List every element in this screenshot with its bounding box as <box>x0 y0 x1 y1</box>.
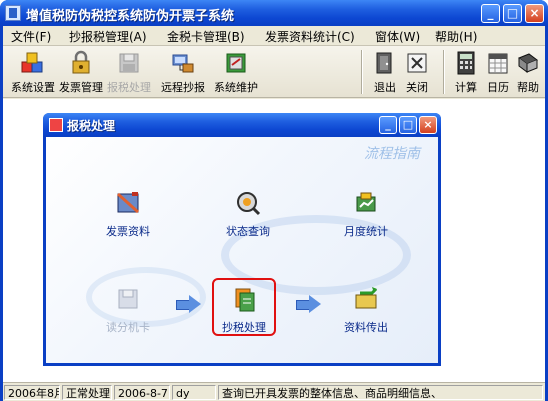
invoice-data-icon <box>114 189 142 217</box>
maximize-button[interactable]: □ <box>503 4 522 23</box>
toolbar-separator <box>443 50 445 94</box>
flow-data-export[interactable]: 资料传出 <box>336 285 396 335</box>
menu-window[interactable]: 窗体(W) <box>375 28 420 45</box>
maintenance-icon <box>223 50 249 76</box>
remote-report-icon <box>170 50 196 76</box>
flow-label: 发票资料 <box>106 225 150 238</box>
status-mode: 正常处理 <box>62 385 112 400</box>
data-export-icon <box>352 285 380 313</box>
toolbar-separator <box>361 50 363 94</box>
flow-guide-panel: 流程指南 发票资料 状态查询 月度统计 读分机卡 抄税处理 资料传出 <box>46 137 438 363</box>
child-titlebar[interactable]: 报税处理 _ □ × <box>43 113 441 137</box>
window-title: 增值税防伪税控系统防伪开票子系统 <box>26 9 235 24</box>
child-window-icon <box>49 118 63 132</box>
lock-icon <box>68 50 94 76</box>
tool-label: 退出 <box>374 81 396 94</box>
menubar: 文件(F) 抄报税管理(A) 金税卡管理(B) 发票资料统计(C) 窗体(W) … <box>3 26 545 46</box>
tool-label: 日历 <box>487 81 509 94</box>
menu-tax-card-management[interactable]: 金税卡管理(B) <box>167 28 245 45</box>
statusbar: 2006年8月 正常处理 2006-8-7 dy 查询已开具发票的整体信息、商品… <box>3 382 545 401</box>
card-reader-icon <box>114 285 142 313</box>
selection-highlight <box>212 278 276 336</box>
flow-invoice-data[interactable]: 发票资料 <box>98 189 158 239</box>
menu-invoice-statistics[interactable]: 发票资料统计(C) <box>265 28 355 45</box>
close-tool-button[interactable]: 关闭 <box>401 50 433 96</box>
exit-button[interactable]: 退出 <box>369 50 401 96</box>
flow-label: 月度统计 <box>344 225 388 238</box>
status-message: 查询已开具发票的整体信息、商品明细信息、 <box>218 385 543 400</box>
toolbar: 系统设置 发票管理 报税处理 远程抄报 系统维护 退出 关闭 计算 日历 帮助 <box>3 46 545 98</box>
system-settings-button[interactable]: 系统设置 <box>11 50 55 96</box>
flow-label: 状态查询 <box>226 225 270 238</box>
menu-help[interactable]: 帮助(H) <box>435 28 477 45</box>
close-window-icon <box>404 50 430 76</box>
minimize-button[interactable]: _ <box>481 4 500 23</box>
app-icon <box>5 5 21 21</box>
flow-label: 资料传出 <box>344 321 388 334</box>
tool-label: 系统设置 <box>11 81 55 94</box>
tool-label: 报税处理 <box>107 81 151 94</box>
tool-label: 关闭 <box>406 81 428 94</box>
flow-guide-watermark: 流程指南 <box>364 146 420 162</box>
tool-label: 远程抄报 <box>161 81 205 94</box>
disk-icon <box>116 50 142 76</box>
status-user: dy <box>172 385 216 400</box>
menu-tax-copy-management[interactable]: 抄报税管理(A) <box>69 28 147 45</box>
status-period: 2006年8月 <box>4 385 60 400</box>
calendar-icon <box>485 50 511 76</box>
flow-read-card[interactable]: 读分机卡 <box>98 285 158 335</box>
close-button[interactable]: × <box>525 4 544 23</box>
tool-label: 系统维护 <box>214 81 258 94</box>
child-window-title: 报税处理 <box>67 119 116 133</box>
flow-label: 读分机卡 <box>106 321 150 334</box>
tax-processing-window: 报税处理 _ □ × 流程指南 发票资料 状态查询 月度统计 读分机卡 抄税处理… <box>43 113 441 366</box>
child-minimize-button[interactable]: _ <box>379 116 397 134</box>
help-button[interactable]: 帮助 <box>513 50 543 96</box>
flow-status-query[interactable]: 状态查询 <box>218 189 278 239</box>
tax-report-button[interactable]: 报税处理 <box>107 50 151 96</box>
flow-monthly-stats[interactable]: 月度统计 <box>336 189 396 239</box>
child-maximize-button[interactable]: □ <box>399 116 417 134</box>
status-query-icon <box>234 189 262 217</box>
menu-file[interactable]: 文件(F) <box>11 28 51 45</box>
child-close-button[interactable]: × <box>419 116 437 134</box>
calculator-button[interactable]: 计算 <box>451 50 481 96</box>
calculator-icon <box>453 50 479 76</box>
tool-label: 帮助 <box>517 81 539 94</box>
cubes-icon <box>20 50 46 76</box>
remote-report-button[interactable]: 远程抄报 <box>157 50 209 96</box>
calendar-button[interactable]: 日历 <box>483 50 513 96</box>
monthly-stats-icon <box>352 189 380 217</box>
system-maintenance-button[interactable]: 系统维护 <box>211 50 261 96</box>
tool-label: 发票管理 <box>59 81 103 94</box>
flow-arrow <box>176 295 202 313</box>
invoice-management-button[interactable]: 发票管理 <box>59 50 103 96</box>
exit-door-icon <box>372 50 398 76</box>
main-titlebar[interactable]: 增值税防伪税控系统防伪开票子系统 _ □ × <box>0 0 548 26</box>
help-book-icon <box>515 50 541 76</box>
flow-arrow <box>296 295 322 313</box>
tool-label: 计算 <box>455 81 477 94</box>
status-date: 2006-8-7 <box>114 385 170 400</box>
